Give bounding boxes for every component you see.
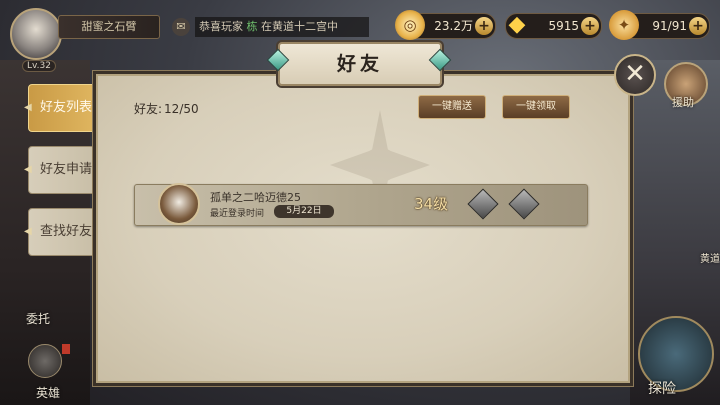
stamina-icon: ✦ — [609, 10, 639, 40]
chat-prefix: 恭喜玩家 — [199, 20, 243, 33]
zodiac-label[interactable]: 黄道 — [700, 250, 720, 265]
send-all-button[interactable]: 一键赠送 — [418, 95, 486, 119]
player-level: Lv.32 — [22, 60, 56, 72]
tab-arrow-icon: ◀ — [24, 164, 32, 175]
add-gold-button[interactable]: + — [475, 17, 493, 35]
chat-ticker[interactable]: 恭喜玩家 栋 在黄道十二宫中 — [195, 17, 369, 37]
chat-text: 在黄道十二宫中 — [261, 20, 338, 33]
commission-label[interactable]: 委托 — [26, 310, 50, 327]
close-button[interactable]: ✕ — [614, 54, 656, 96]
hero-icon[interactable] — [28, 344, 62, 378]
diamond-icon: ◆ — [508, 12, 526, 37]
friend-level: 34级 — [414, 195, 449, 213]
friend-avatar[interactable] — [158, 183, 200, 225]
gold-coin-icon: ◎ — [395, 10, 425, 40]
stamina-counter: ✦ 91/91 + — [609, 10, 710, 40]
gold-value: 23.2万 — [434, 19, 473, 33]
gem-counter: ◆ 5915 + — [505, 12, 602, 39]
friend-count: 好友: 12/50 — [134, 100, 199, 117]
stamina-value: 91/91 — [652, 19, 687, 33]
friend-name: 孤单之二哈迈德25 — [210, 191, 301, 204]
tab-arrow-icon: ◀ — [24, 226, 32, 237]
help-label[interactable]: 援助 — [672, 94, 694, 110]
tab-friend-list[interactable]: 好友列表 — [28, 84, 104, 132]
gem-value: 5915 — [548, 19, 579, 33]
add-gem-button[interactable]: + — [581, 17, 599, 35]
friend-count-value: 12/50 — [164, 102, 199, 116]
last-login-date: 5月22日 — [274, 205, 334, 218]
tab-friend-requests[interactable]: 好友申请 — [28, 146, 104, 194]
tab-find-friends[interactable]: 查找好友 — [28, 208, 104, 256]
player-name: 甜蜜之石臂 — [58, 15, 160, 39]
receive-all-button[interactable]: 一键领取 — [502, 95, 570, 119]
friend-count-label: 好友: — [134, 102, 163, 116]
gold-counter: ◎ 23.2万 + — [395, 10, 496, 40]
last-login-label: 最近登录时间 — [210, 209, 265, 219]
chat-bubble-icon[interactable]: ✉ — [172, 18, 190, 36]
player-avatar[interactable] — [10, 8, 62, 60]
tab-arrow-icon: ◀ — [24, 102, 32, 113]
explore-label[interactable]: 探险 — [648, 378, 676, 398]
panel-title: 好友 — [278, 42, 442, 86]
notification-badge — [62, 344, 70, 354]
hero-label[interactable]: 英雄 — [36, 384, 60, 401]
add-stamina-button[interactable]: + — [689, 17, 707, 35]
chat-highlight: 栋 — [246, 20, 258, 33]
